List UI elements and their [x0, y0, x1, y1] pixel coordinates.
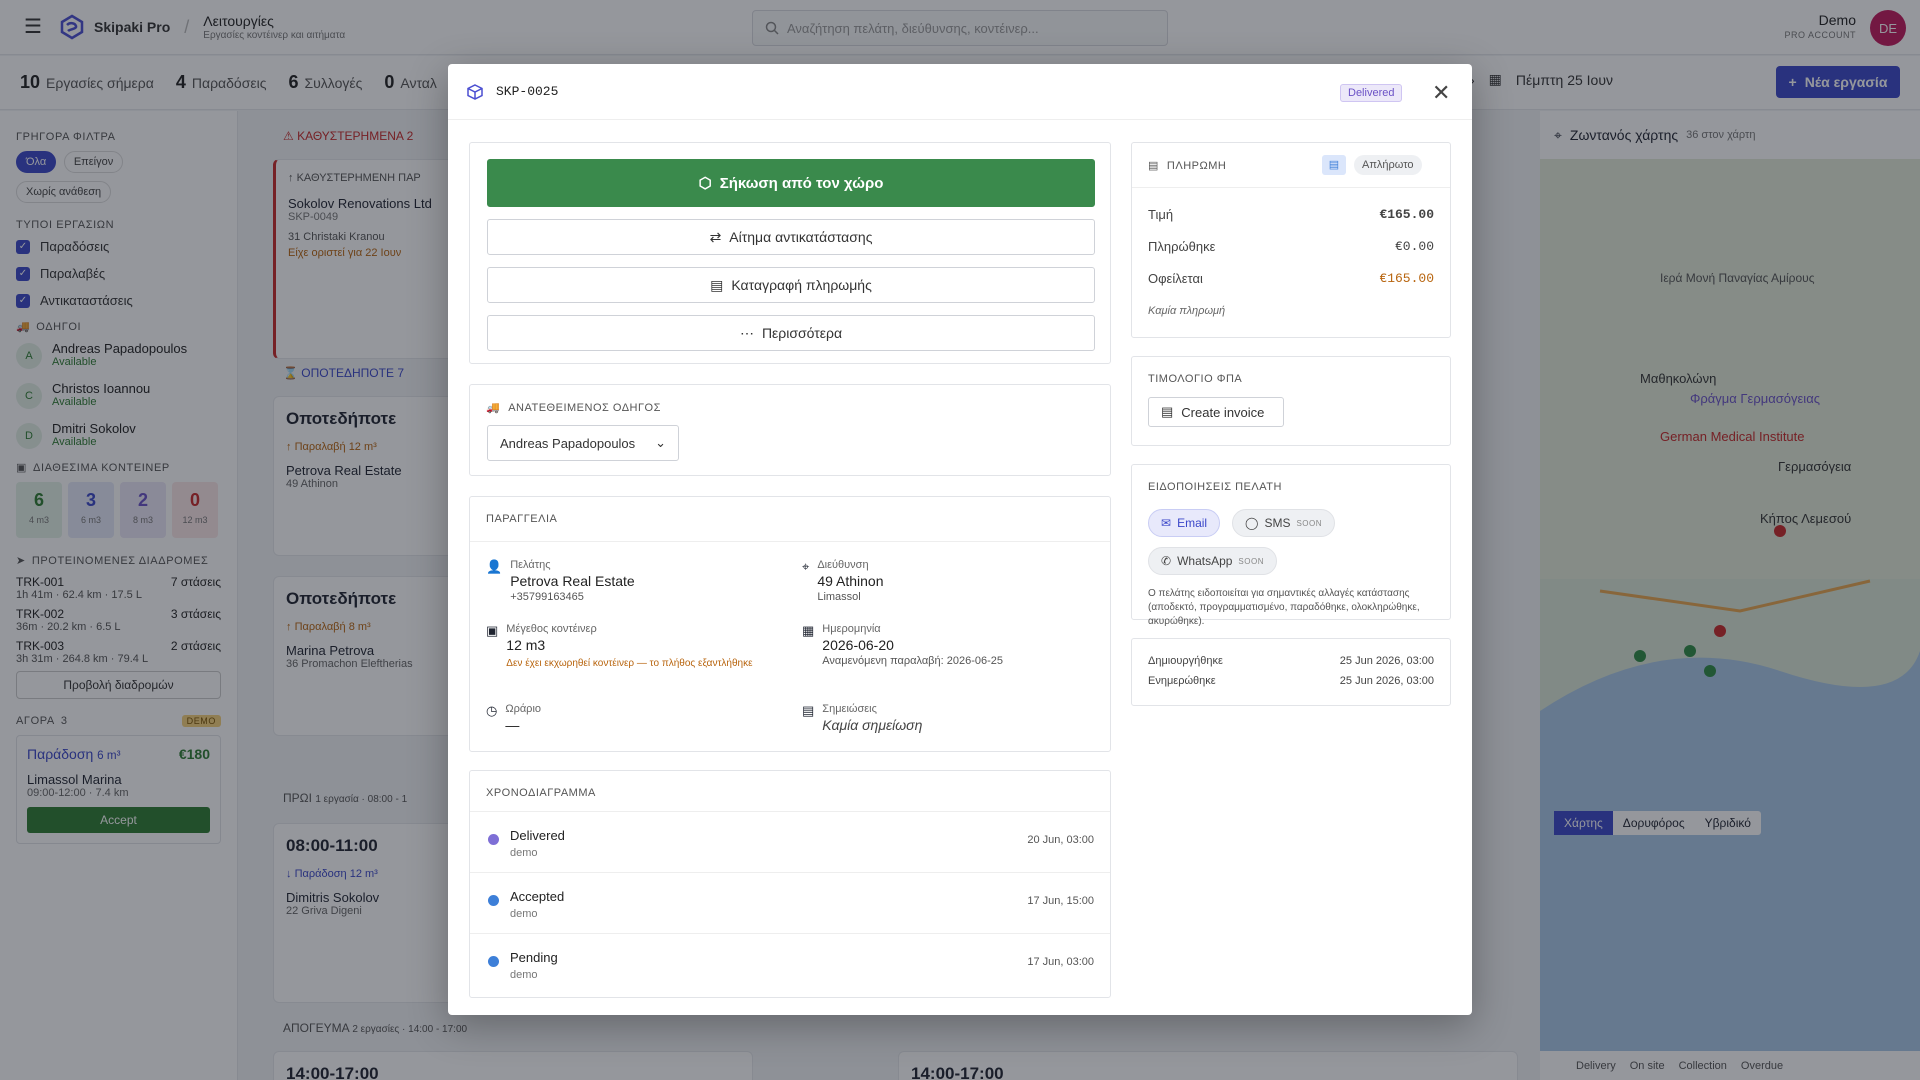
close-icon[interactable]: ✕: [1432, 80, 1450, 106]
box-icon: ▣: [486, 623, 499, 638]
actions-panel: ⬡ Σήκωση από τον χώρο ⇄ Αίτημα αντικατάστα…: [469, 142, 1111, 364]
order-panel: ΠΑΡΑΓΓΕΛΙΑ 👤 Πελάτης Petrova Real Estate +3…: [469, 496, 1111, 752]
date-field: ▦ Ημερομηνία 2026-06-20 Αναμενόμενη παραλαβ…: [802, 623, 1003, 667]
sms-toggle[interactable]: ◯ SMS SOON: [1232, 509, 1336, 537]
driver-select[interactable]: Andreas Papadopoulos ⌄: [487, 425, 679, 461]
customer-field: 👤 Πελάτης Petrova Real Estate +35799163465: [486, 559, 635, 603]
cube-icon: [467, 83, 483, 100]
updated-row: Ενημερώθηκε 25 Jun 2026, 03:00: [1148, 675, 1434, 687]
chat-icon: ◯: [1245, 516, 1259, 530]
more-button[interactable]: ⋯ Περισσότερα: [487, 315, 1095, 351]
timeline-item: Accepted demo 17 Jun, 15:00: [470, 872, 1110, 932]
payment-label: ▤ ΠΛΗΡΩΜΗ: [1148, 159, 1227, 173]
timeline-item: Pending demo 17 Jun, 03:00: [470, 933, 1110, 993]
order-label: ΠΑΡΑΓΓΕΛΙΑ: [486, 513, 558, 525]
note-icon: ▤: [802, 703, 815, 718]
invoice-icon: ▤: [1161, 404, 1174, 419]
cube-icon: ⬡: [698, 175, 712, 192]
chevron-down-icon: ⌄: [655, 435, 666, 450]
payment-panel: ▤ ΠΛΗΡΩΜΗ ▤ Απλήρωτο Τιμή €165.00 Πληρώθηκ…: [1131, 142, 1451, 338]
truck-icon: 🚚: [486, 402, 501, 414]
modal-header: SKP-0025: [448, 64, 1472, 120]
invoice-panel: ΤΙΜΟΛΟΓΙΟ ΦΠΑ ▤ Create invoice: [1131, 356, 1451, 446]
meta-panel: Δημιουργήθηκε 25 Jun 2026, 03:00 Ενημερώθ…: [1131, 638, 1451, 706]
swap-request-button[interactable]: ⇄ Αίτημα αντικατάστασης: [487, 219, 1095, 255]
swap-icon: ⇄: [709, 228, 722, 245]
vat-label: ΤΙΜΟΛΟΓΙΟ ΦΠΑ: [1148, 373, 1243, 385]
document-icon: ▤: [1322, 155, 1346, 175]
calendar-icon: ▦: [802, 623, 815, 638]
created-row: Δημιουργήθηκε 25 Jun 2026, 03:00: [1148, 655, 1434, 667]
size-field: ▣ Μέγεθος κοντέινερ 12 m3 Δεν έχει εκχωρηθε…: [486, 623, 753, 669]
status-badge: Delivered: [1340, 84, 1403, 102]
notes-field: ▤ Σημειώσεις Καμία σημείωση: [802, 703, 923, 733]
clock-icon: ◷: [486, 703, 498, 718]
job-detail-modal: SKP-0025 Delivered ✕ ⬡ Σήκωση από τον χώρ…: [448, 64, 1472, 1015]
job-id: SKP-0025: [496, 84, 559, 99]
mail-icon: ✉: [1161, 516, 1172, 530]
notify-label: ΕΙΔΟΠΟΙΗΣΕΙΣ ΠΕΛΑΤΗ: [1148, 481, 1282, 493]
pickup-from-site-button[interactable]: ⬡ Σήκωση από τον χώρο: [487, 159, 1095, 207]
driver-label: 🚚 ΑΝΑΤΕΘΕΙΜΕΝΟΣ ΟΔΗΓΟΣ: [486, 401, 661, 415]
user-icon: 👤: [486, 559, 503, 574]
time-field: ◷ Ωράριο —: [486, 703, 542, 733]
receipt-icon: ▤: [710, 276, 724, 293]
price-row: Τιμή €165.00: [1148, 207, 1434, 222]
timeline-item: Delivered demo 20 Jun, 03:00: [470, 811, 1110, 871]
phone-icon: ✆: [1161, 554, 1172, 568]
notify-description: Ο πελάτης ειδοποιείται για σημαντικές αλ…: [1148, 588, 1420, 627]
record-payment-button[interactable]: ▤ Καταγραφή πληρωμής: [487, 267, 1095, 303]
address-field: ⌖ Διεύθυνση 49 Athinon Limassol: [802, 559, 884, 603]
notifications-panel: ΕΙΔΟΠΟΙΗΣΕΙΣ ΠΕΛΑΤΗ ✉ Email ◯ SMS SOON ✆ Wha…: [1131, 464, 1451, 627]
pin-icon: ⌖: [802, 559, 810, 574]
receipt-icon: ▤: [1148, 160, 1159, 172]
timeline-panel: ΧΡΟΝΟΔΙΑΓΡΑΜΜΑ Delivered demo 20 Jun, 03:0…: [469, 770, 1111, 998]
due-row: Οφείλεται €165.00: [1148, 271, 1434, 286]
no-payment-text: Καμία πληρωμή: [1148, 305, 1226, 317]
payment-status-badge: Απλήρωτο: [1354, 155, 1422, 175]
more-icon: ⋯: [739, 324, 754, 341]
email-toggle[interactable]: ✉ Email: [1148, 509, 1221, 537]
timeline-label: ΧΡΟΝΟΔΙΑΓΡΑΜΜΑ: [486, 787, 596, 799]
whatsapp-toggle[interactable]: ✆ WhatsApp SOON: [1148, 547, 1277, 575]
paid-row: Πληρώθηκε €0.00: [1148, 239, 1434, 254]
driver-panel: 🚚 ΑΝΑΤΕΘΕΙΜΕΝΟΣ ΟΔΗΓΟΣ Andreas Papadopoul…: [469, 384, 1111, 476]
create-invoice-button[interactable]: ▤ Create invoice: [1148, 397, 1284, 427]
